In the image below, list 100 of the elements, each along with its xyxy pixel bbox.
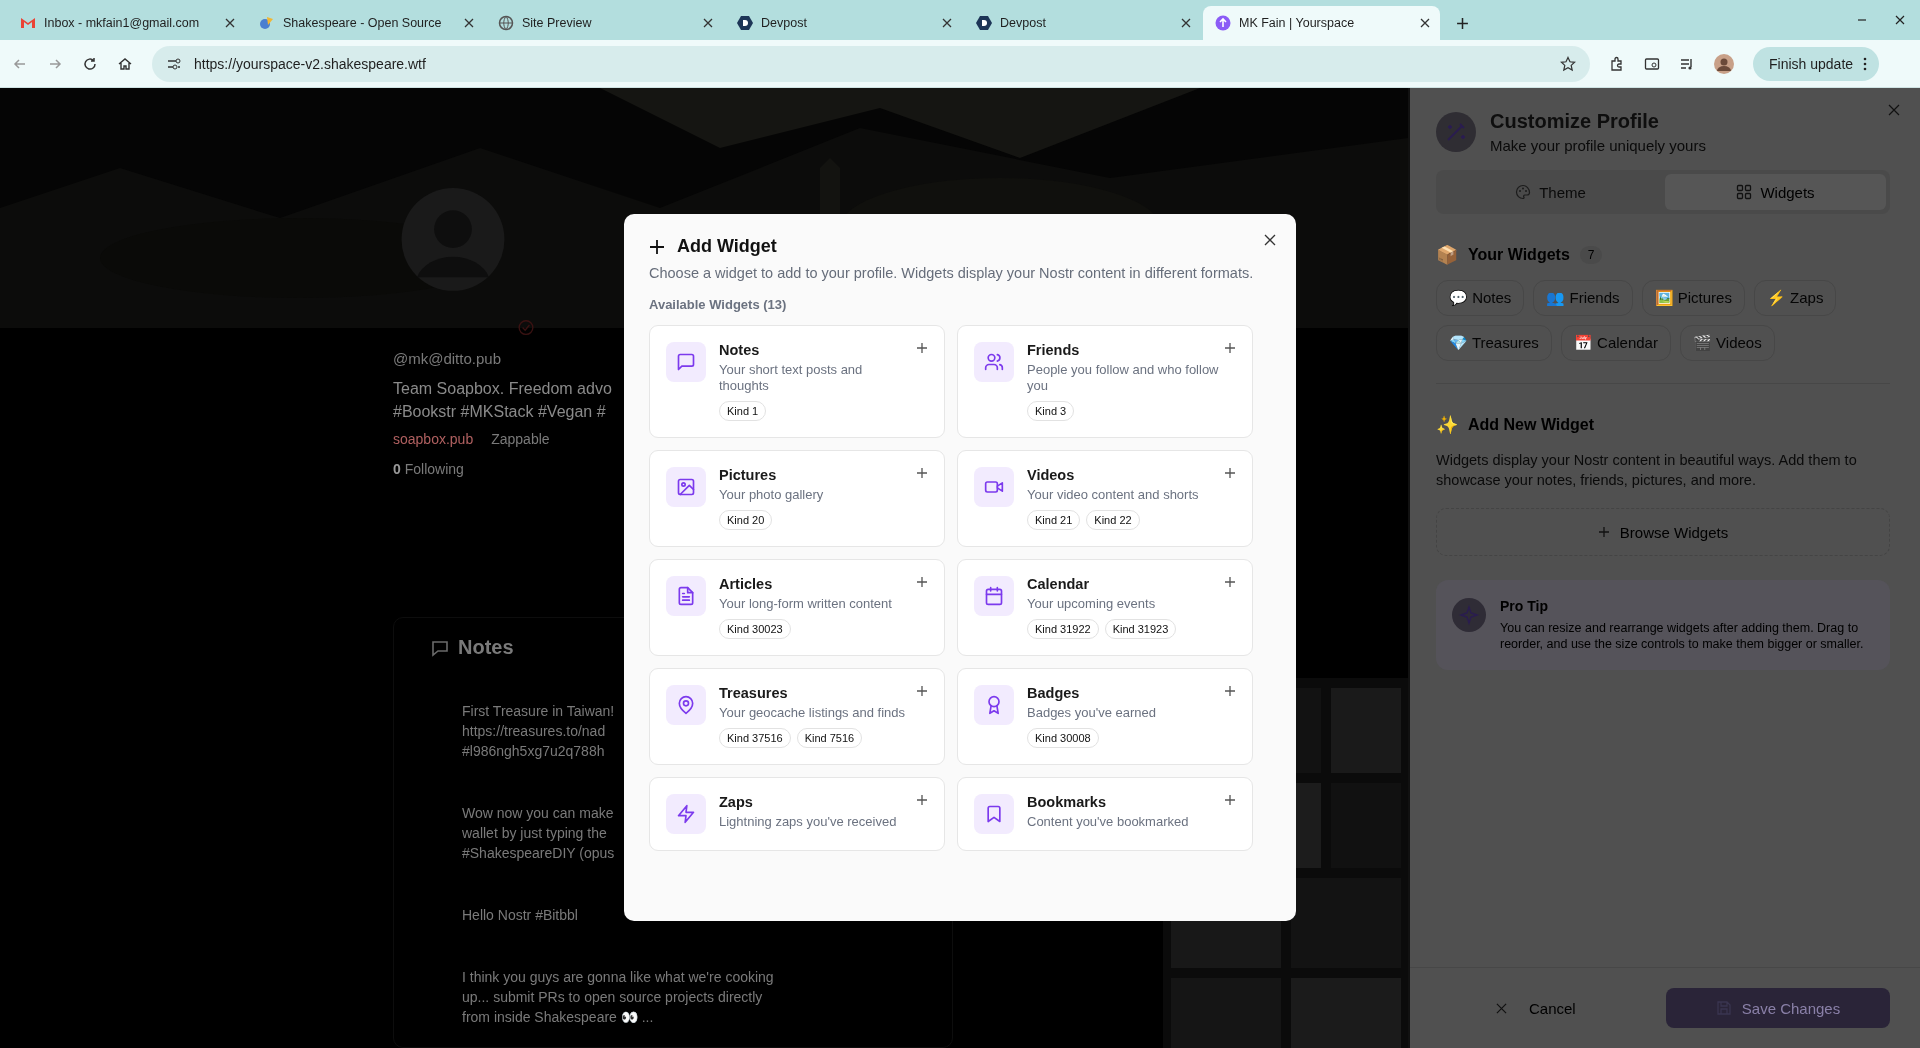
widget-card[interactable]: Articles Your long-form written content Kind 30023 — [649, 559, 945, 656]
profile-handle: @mk@ditto.pub — [393, 350, 501, 367]
add-icon[interactable] — [916, 576, 928, 588]
save-changes-button[interactable]: Save Changes — [1666, 988, 1890, 1028]
arrow-up-icon — [1215, 15, 1231, 31]
document-icon — [676, 586, 696, 606]
image-icon — [676, 477, 696, 497]
zappable-label: Zappable — [491, 431, 550, 447]
star-icon[interactable] — [1560, 55, 1576, 72]
post-text: up... submit PRs to open source projects directly — [462, 988, 763, 1007]
post-text: First Treasure in Taiwan! — [462, 702, 615, 721]
close-icon[interactable] — [1264, 234, 1276, 246]
close-icon[interactable] — [942, 18, 952, 28]
plus-icon — [649, 238, 665, 255]
more-icon — [1863, 56, 1868, 71]
close-icon[interactable] — [703, 18, 713, 28]
new-tab-icon[interactable] — [1456, 17, 1469, 30]
browser-tab[interactable]: Site Preview — [486, 6, 723, 40]
section-title: Add New Widget — [1468, 416, 1595, 434]
close-icon — [1496, 1002, 1507, 1014]
browser-tab[interactable]: Shakespeare - Open Source — [247, 6, 484, 40]
post-text: #ShakespeareDIY (opus — [462, 844, 615, 863]
add-icon[interactable] — [1224, 467, 1236, 479]
grid-icon — [1736, 184, 1753, 200]
add-icon[interactable] — [916, 794, 928, 806]
browser-tab[interactable]: Devpost — [964, 6, 1201, 40]
widget-name: Videos — [1027, 467, 1076, 483]
box-emoji: 📦 — [1436, 244, 1458, 266]
sparkle-icon — [1452, 598, 1486, 632]
widget-name: Zaps — [719, 794, 754, 810]
tip-text: You can resize and rearrange widgets after adding them. Drag to reorder, and use the size controls to make them bigger or smaller. — [1500, 620, 1865, 652]
widget-card[interactable]: Badges Badges you've earned Kind 30008 — [957, 668, 1253, 765]
close-icon[interactable] — [1181, 18, 1191, 28]
widget-name: Treasures — [719, 685, 789, 701]
magic-wand-icon — [1436, 112, 1476, 152]
add-icon[interactable] — [916, 342, 928, 354]
post-text: I think you guys are gonna like what we're cooking — [462, 968, 774, 987]
widget-description: Your upcoming events — [1027, 596, 1157, 612]
widget-card[interactable]: Zaps Lightning zaps you've received — [649, 777, 945, 851]
site-settings-icon[interactable] — [166, 55, 182, 72]
widget-description: Content you've bookmarked — [1027, 814, 1190, 830]
chat-icon — [676, 352, 696, 372]
plus-icon — [1597, 526, 1610, 538]
mail-icon — [20, 15, 36, 31]
post-text: Wow now you can make — [462, 804, 614, 823]
people-icon — [984, 352, 1004, 372]
home-icon[interactable] — [117, 55, 133, 72]
browser-tab[interactable]: Inbox - mkfain1@gmail.com — [8, 6, 245, 40]
browser-tab[interactable]: MK Fain | Yourspace — [1203, 6, 1440, 40]
tab-search-icon[interactable] — [1644, 55, 1660, 72]
widget-name: Notes — [719, 342, 761, 358]
reload-icon[interactable] — [82, 55, 98, 72]
widget-name: Articles — [719, 576, 774, 592]
address-bar[interactable]: https://yourspace-v2.shakespeare.wtf — [152, 45, 1590, 82]
add-icon[interactable] — [1224, 576, 1236, 588]
close-icon[interactable] — [1420, 18, 1430, 28]
website-link[interactable]: soapbox.pub — [393, 431, 474, 447]
check-circle-icon — [516, 318, 536, 336]
add-icon[interactable] — [1224, 794, 1236, 806]
sparkles-emoji: ✨ — [1436, 414, 1458, 436]
hexagon-icon — [976, 15, 992, 31]
widget-name: Calendar — [1027, 576, 1091, 592]
widget-card[interactable]: Friends People you follow and who follow you Kind 3 — [957, 325, 1253, 438]
widget-card[interactable]: Calendar Your upcoming events Kind 31922 Kind 31923 — [957, 559, 1253, 656]
widget-card[interactable]: Pictures Your photo gallery Kind 20 — [649, 450, 945, 547]
post-text: #l986ngh5xg7u2q788h — [462, 742, 605, 761]
widget-name: Bookmarks — [1027, 794, 1107, 810]
panel-title: Customize Profile — [1490, 110, 1660, 133]
widget-chip[interactable]: 🖼 Pictures — [1641, 280, 1745, 316]
widget-description: Lightning zaps you've received — [719, 814, 898, 830]
widget-chip[interactable]: ⚡ Zaps — [1753, 280, 1837, 316]
widget-name: Badges — [1027, 685, 1081, 701]
save-icon — [1715, 1000, 1732, 1016]
avatar-icon[interactable] — [1714, 53, 1734, 74]
dialog-description: Choose a widget to add to your profile. Widgets display your Nostr content in different formats. — [649, 264, 1255, 283]
widget-card[interactable]: Notes Your short text posts and thoughts Kind 1 — [649, 325, 945, 438]
post-text: wallet by just typing the — [462, 824, 607, 843]
widget-title: Notes — [458, 636, 514, 659]
section-description: Widgets display your Nostr content in beautiful ways. Add them to showcase your notes, friends, pictures, and more. — [1436, 451, 1858, 490]
widget-card[interactable]: Bookmarks Content you've bookmarked — [957, 777, 1253, 851]
panel-subtitle: Make your profile uniquely yours — [1490, 137, 1706, 154]
add-icon[interactable] — [1224, 342, 1236, 354]
hexagon-icon — [737, 15, 753, 31]
widget-card[interactable]: Treasures Your geocache listings and finds Kind 37516 Kind 7516 — [649, 668, 945, 765]
widget-description: People you follow and who follow you — [1027, 362, 1220, 394]
close-icon[interactable] — [225, 18, 235, 28]
browser-tab[interactable]: Devpost — [725, 6, 962, 40]
close-icon[interactable] — [1894, 14, 1906, 26]
bookmark-icon — [984, 804, 1004, 824]
puzzle-icon[interactable] — [1609, 55, 1625, 72]
add-icon[interactable] — [916, 467, 928, 479]
finish-update-button[interactable]: Finish update — [1753, 46, 1880, 81]
widget-description: Badges you've earned — [1027, 705, 1157, 721]
add-icon[interactable] — [916, 685, 928, 697]
count-badge: 7 — [1579, 246, 1603, 264]
widget-card[interactable]: Videos Your video content and shorts Kind 21 Kind 22 — [957, 450, 1253, 547]
add-icon[interactable] — [1224, 685, 1236, 697]
post-text: Hello Nostr #Bitbbl — [462, 906, 578, 925]
close-icon[interactable] — [464, 18, 474, 28]
globe-icon — [498, 15, 514, 31]
